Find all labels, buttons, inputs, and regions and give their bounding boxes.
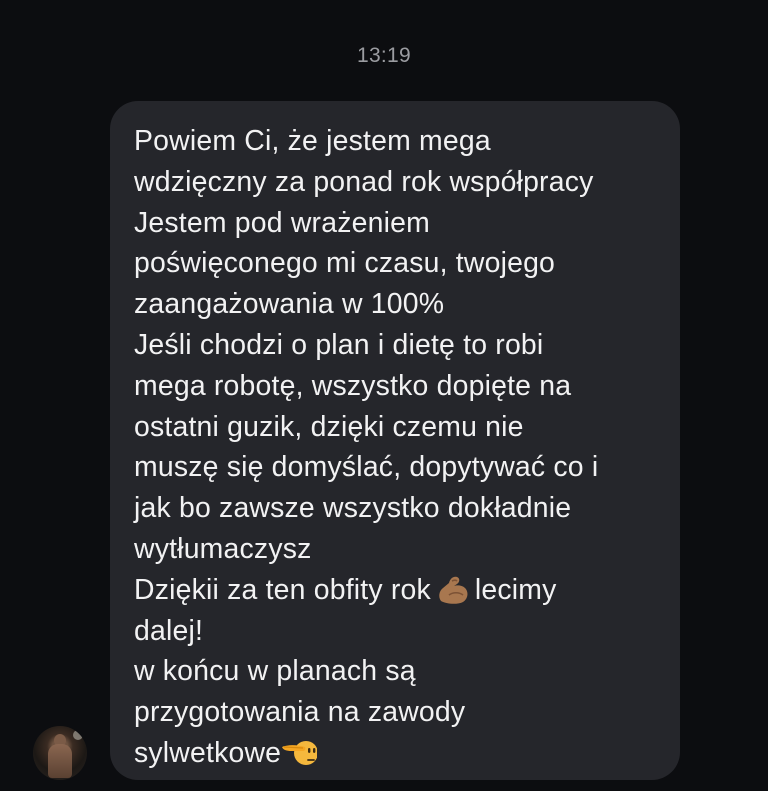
message-text: sylwetkowe: [134, 736, 282, 769]
message-line: Dziękii za ten obfity rok lecimy: [134, 570, 656, 611]
message-text: lecimy: [474, 573, 557, 606]
chat-thread: 13:19 Powiem Ci, że jestem mega wdzięczn…: [0, 0, 768, 791]
message-line: jak bo zawsze wszystko dokładnie: [134, 492, 572, 525]
message-line: sylwetkowe: [134, 733, 656, 774]
message-line: ostatni guzik, dzięki czemu nie: [134, 410, 524, 443]
saluting-face-emoji: [282, 740, 318, 765]
message-text: Dziękii za ten obfity rok: [134, 573, 431, 606]
message-line: w końcu w planach są: [134, 655, 416, 688]
message-line: poświęconego mi czasu, twojego: [134, 247, 556, 280]
message-line: przygotowania na zawody: [134, 696, 466, 729]
message-line: Jestem pod wrażeniem: [134, 206, 430, 239]
sender-avatar[interactable]: [33, 726, 87, 780]
message-bubble[interactable]: Powiem Ci, że jestem mega wdzięczny za p…: [110, 101, 680, 780]
message-line: mega robotę, wszystko dopięte na: [134, 369, 572, 402]
message-line: Jeśli chodzi o plan i dietę to robi: [134, 328, 544, 361]
message-line: muszę się domyślać, dopytywać co i: [134, 451, 599, 484]
message-line: Powiem Ci, że jestem mega: [134, 125, 491, 157]
message-timestamp: 13:19: [356, 44, 412, 67]
message-line: wytłumaczysz: [134, 532, 312, 565]
message-line: dalej!: [134, 614, 204, 647]
message-line: wdzięczny za ponad rok współpracy: [134, 165, 594, 198]
message-line: zaangażowania w 100%: [134, 288, 445, 321]
flexed-biceps-emoji: [439, 576, 468, 604]
